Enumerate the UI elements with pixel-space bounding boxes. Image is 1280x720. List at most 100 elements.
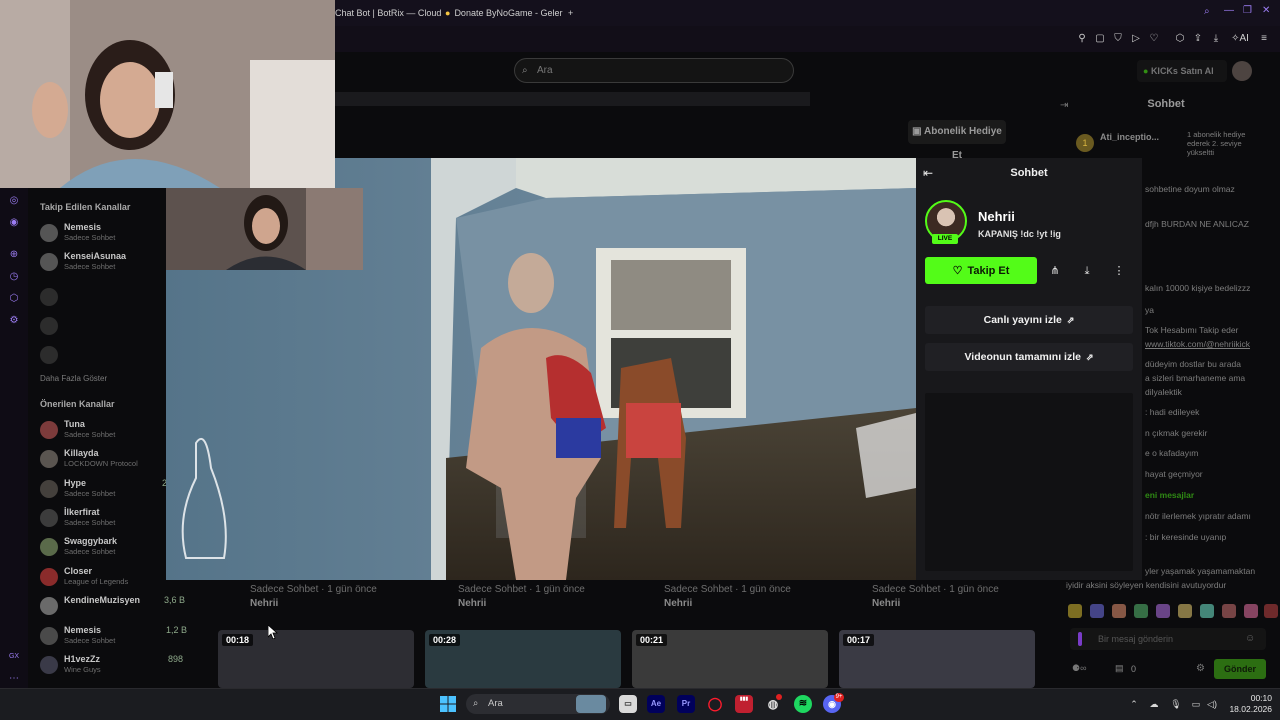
search-icon: ⌕ [522,65,528,76]
card-channel[interactable]: Nehrii [458,598,486,609]
more-options-icon[interactable]: ⋮ [1109,261,1129,281]
chat-message: düdeyim dostlar bu arada [1145,359,1241,369]
more-icon[interactable]: ⋯ [7,672,21,686]
video-thumbnail[interactable]: 00:28 [425,630,621,688]
send-button[interactable]: Gönder [1214,659,1266,679]
file-explorer-icon[interactable]: ▭ [619,695,637,713]
maximize-icon[interactable]: ❐ [1243,5,1255,17]
card-meta: Sadece Sohbet · 1 gün önce [458,584,585,595]
chat-tools-icon[interactable]: ⚈∞ [1072,663,1098,675]
chat-input[interactable]: Bir mesaj gönderin [1070,628,1266,650]
follow-button[interactable]: ♡ Takip Et [925,257,1037,284]
video-thumbnail[interactable]: 00:17 [839,630,1035,688]
show-more-link[interactable]: Daha Fazla Göster [40,374,107,383]
chat-link[interactable]: www.tiktok.com/@nehriikick [1145,339,1250,349]
new-messages-divider: eni mesajlar [1145,490,1195,500]
gx-icon[interactable]: GX [7,650,21,664]
share-icon[interactable]: ⋔ [1045,261,1065,281]
tab-label: Donate ByNoGame - Geler [454,8,563,18]
new-tab-button[interactable]: + [568,4,573,22]
emote[interactable] [1200,604,1214,618]
followed-header: Takip Edilen Kanallar [40,202,131,212]
kicks-icon[interactable]: ▤ [1115,663,1127,675]
shield-icon[interactable]: ⛉ [1111,32,1125,46]
play-icon[interactable]: ▷ [1129,32,1143,46]
webcam-image [0,0,335,188]
emote[interactable] [1222,604,1236,618]
watch-live-button[interactable]: Canlı yayını izle ⇗ [925,306,1133,334]
menu-icon[interactable]: ≡ [1257,32,1271,46]
emote[interactable] [1178,604,1192,618]
search-highlight-image[interactable] [576,695,606,713]
after-effects-icon[interactable]: Ae [647,695,665,713]
emote[interactable] [1244,604,1258,618]
display-icon[interactable]: ▭ [1190,698,1202,710]
emote[interactable] [1264,604,1278,618]
minimize-icon[interactable]: — [1224,5,1236,17]
search-icon[interactable]: ⌕ [1204,6,1216,18]
microphone-icon[interactable]: 🎙 [1170,698,1182,710]
card-channel[interactable]: Nehrii [664,598,692,609]
emote[interactable] [1134,604,1148,618]
emote[interactable] [1156,604,1170,618]
video-thumbnail[interactable]: 00:18 [218,630,414,688]
emote[interactable] [1068,604,1082,618]
clock-time: 00:10 [1250,693,1272,703]
share-icon[interactable]: ⇪ [1191,32,1205,46]
taskbar-clock[interactable]: 00:10 18.02.2026 [1222,693,1272,715]
snapshot-icon[interactable]: ▢ [1093,32,1107,46]
voicemeeter-icon[interactable]: ▮▮▮ [735,695,753,713]
gift-sub-button[interactable]: ▣ Abonelik Hediye Et [908,120,1006,161]
spotify-icon[interactable]: ≋ [794,695,812,713]
emote[interactable] [1090,604,1104,618]
history-icon[interactable]: ◷ [7,270,21,284]
emoji-icon[interactable]: ☺ [1245,633,1257,645]
download-icon[interactable]: ⤓ [1209,32,1223,46]
discord-icon[interactable]: ◉ [7,216,21,230]
avatar [40,253,58,271]
avatar [40,597,58,615]
heart-icon[interactable]: ♡ [1147,32,1161,46]
network-cloud-icon[interactable]: ☁ [1148,698,1160,710]
windows-start-icon[interactable] [440,696,456,712]
extensions-side-icon[interactable]: ⬡ [7,292,21,306]
tab-bynogame[interactable]: ● Donate ByNoGame - Geler [445,4,562,22]
premiere-icon[interactable]: Pr [677,695,695,713]
search-input[interactable]: ⌕ Ara [514,58,794,83]
chat-message: : hadi edileyek [1145,407,1200,417]
avatar [40,450,58,468]
avatar [40,656,58,674]
close-icon[interactable]: ✕ [1262,5,1274,17]
download-icon[interactable]: ⤓ [1077,261,1097,281]
card-channel[interactable]: Nehrii [250,598,278,609]
avatar [40,538,58,556]
kicks-button[interactable]: ● KICKs Satın Al [1137,60,1227,82]
opera-gx-icon[interactable]: ◯ [706,695,724,713]
pin-icon[interactable]: ⚲ [1075,32,1089,46]
chat-message: a sizleri bmarhaneme ama [1145,373,1246,383]
streamer-name[interactable]: Nehrii [978,209,1015,224]
extensions-icon[interactable]: ⬡ [1173,32,1187,46]
instagram-icon[interactable]: ◎ [7,194,21,208]
clock-date: 18.02.2026 [1229,704,1272,714]
panel-title: Sohbet [1010,167,1048,179]
volume-icon[interactable]: ◁) [1206,698,1218,710]
settings-icon[interactable]: ⚙ [7,314,21,328]
tray-chevron-icon[interactable]: ⌃ [1128,698,1140,710]
video-thumbnail[interactable]: 00:21 [632,630,828,688]
add-icon[interactable]: ⊕ [7,248,21,262]
watch-full-video-button[interactable]: Videonun tamamını izle ⇗ [925,343,1133,371]
duration-badge: 00:18 [222,634,254,646]
notification-dot [776,694,782,700]
tab-botrix[interactable]: Chat Bot | BotRix — Cloud [335,4,441,22]
emote[interactable] [1112,604,1126,618]
chat-settings-icon[interactable]: ⚙ [1196,663,1208,675]
live-badge: LIVE [932,234,958,244]
gift-note: 1 abonelik hediye ederek 2. seviye yükse… [1187,130,1246,157]
card-channel[interactable]: Nehrii [872,598,900,609]
gifter-name[interactable]: Ati_inceptio... [1100,132,1159,142]
video-strip [335,92,810,106]
user-avatar[interactable] [1232,61,1252,81]
ai-icon[interactable]: ✧AI [1229,32,1251,46]
webcam-image [166,188,363,270]
